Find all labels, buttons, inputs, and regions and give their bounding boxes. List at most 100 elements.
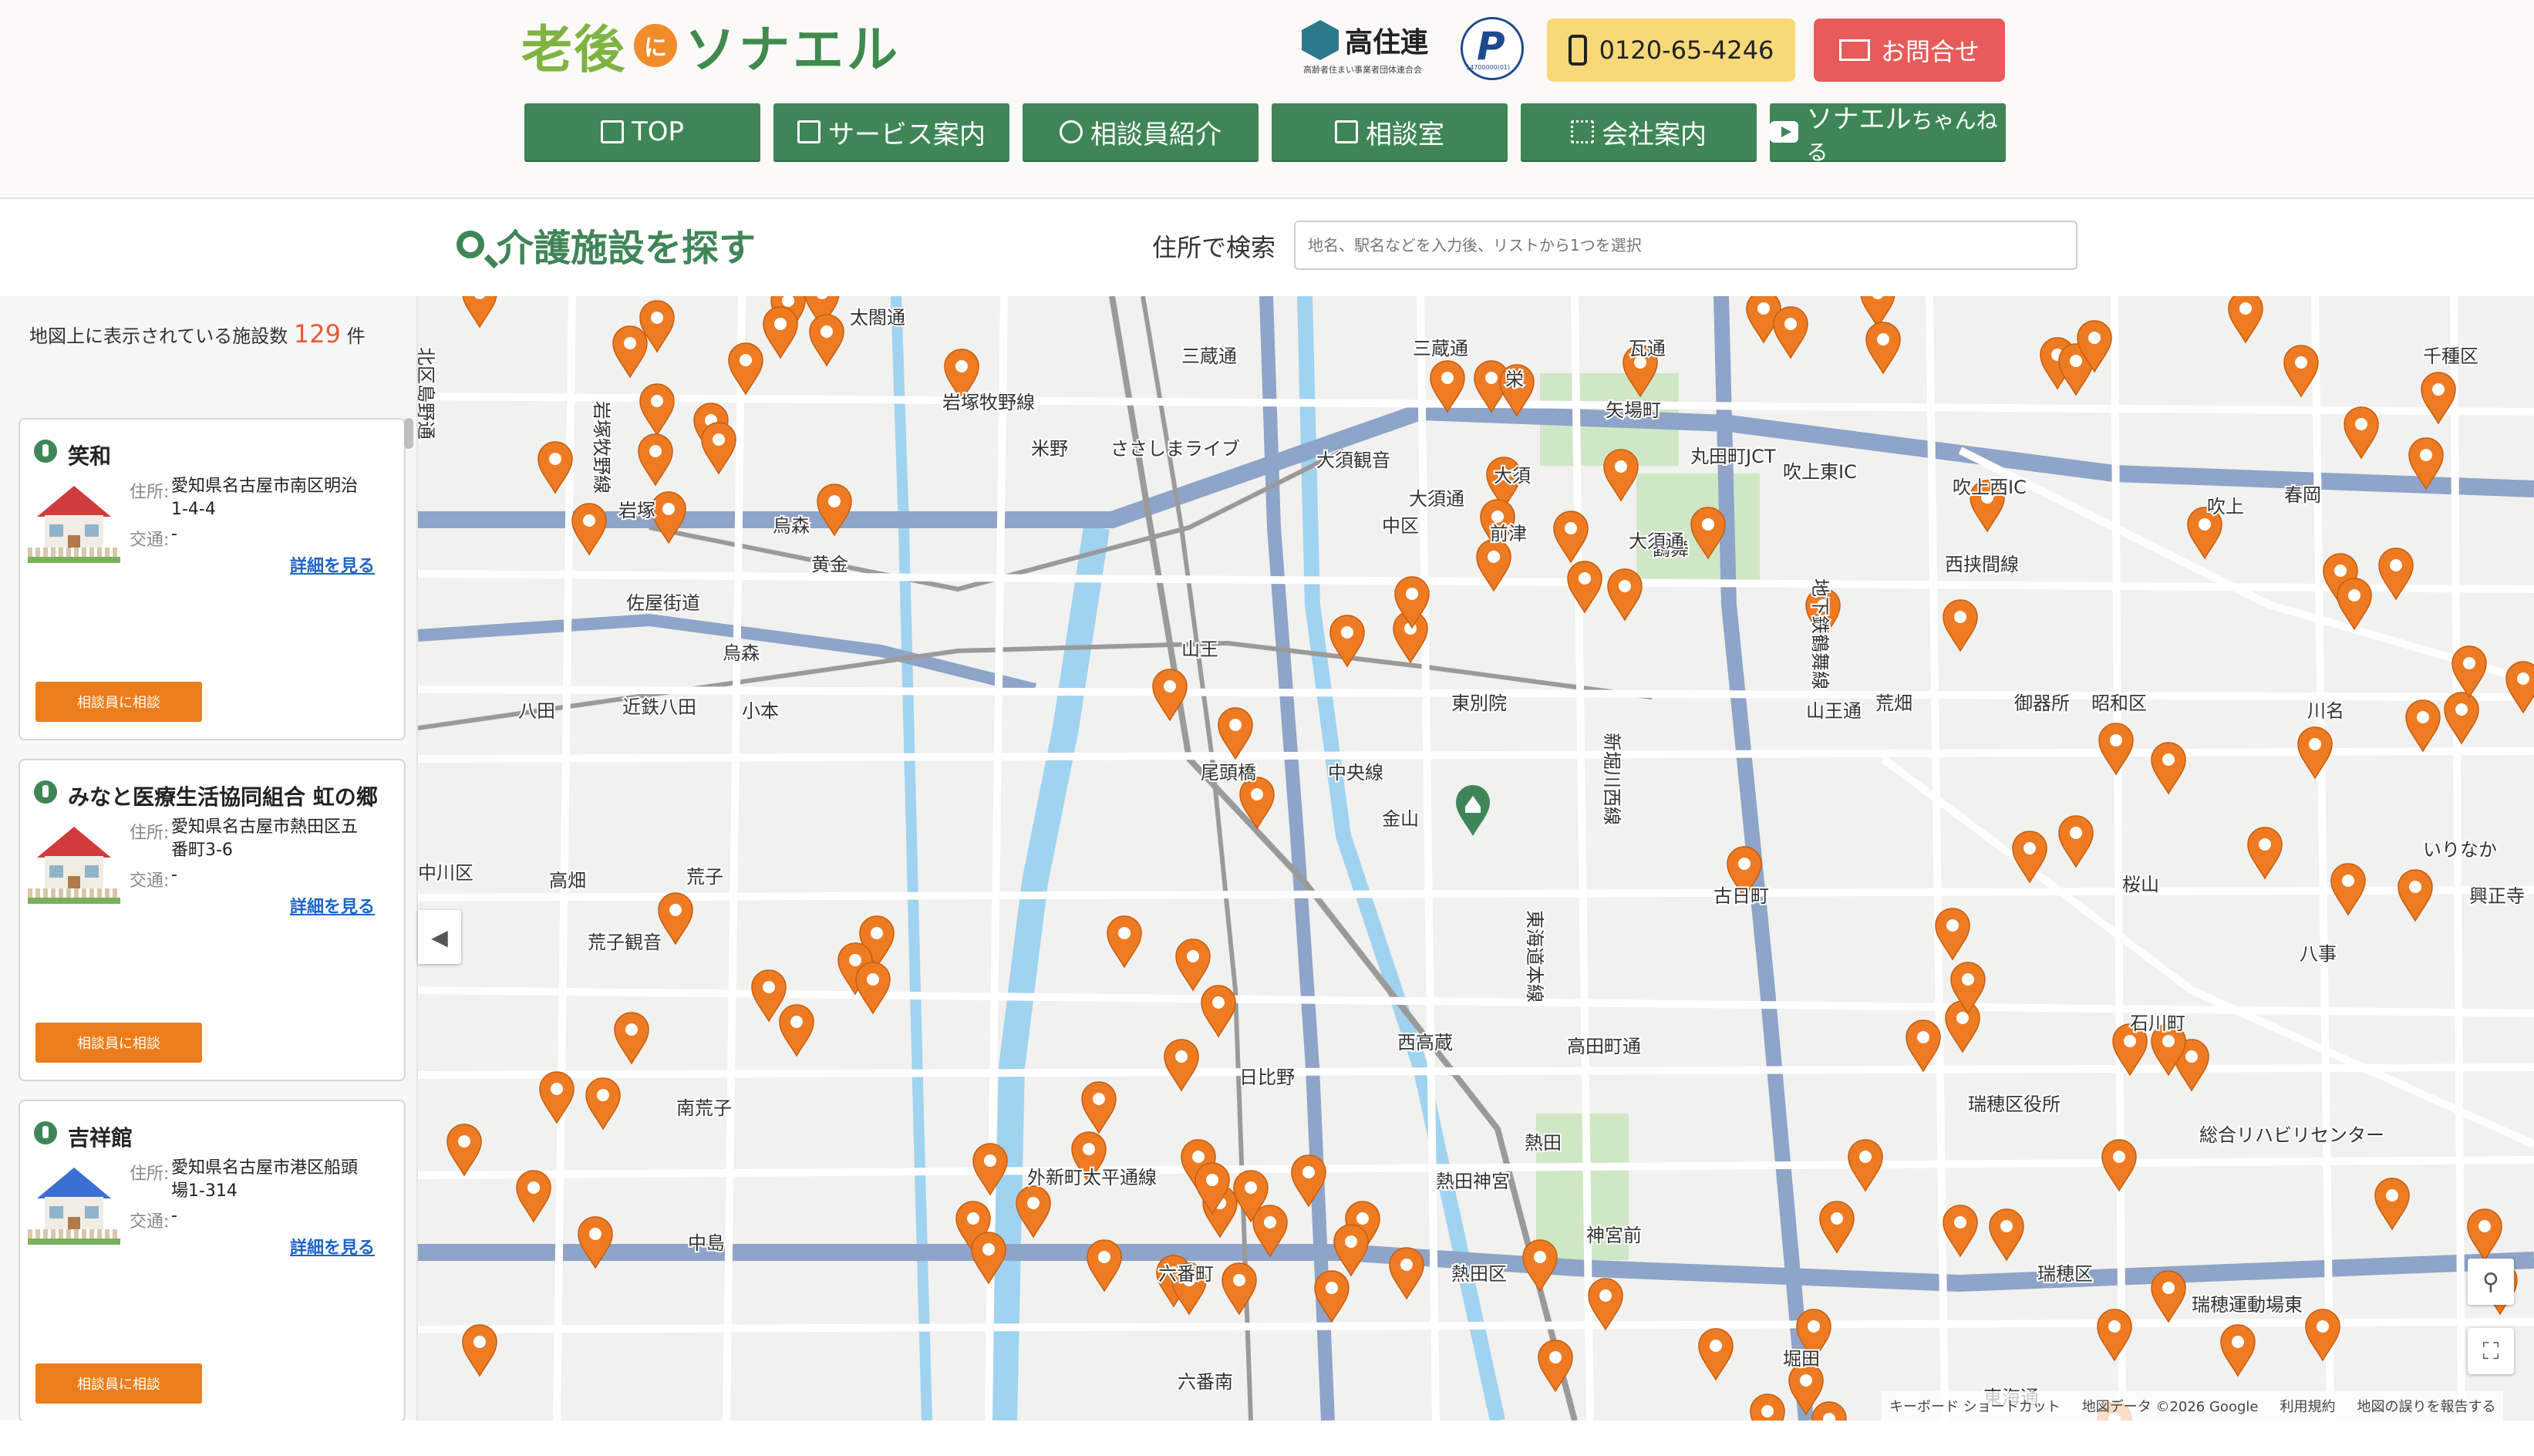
facility-marker-icon[interactable] (2330, 863, 2366, 916)
facility-marker-icon[interactable] (1201, 985, 1236, 1038)
detail-link[interactable]: 詳細を見る (290, 552, 375, 577)
facility-marker-icon[interactable] (1567, 561, 1602, 614)
facility-marker-icon[interactable] (1607, 568, 1643, 622)
facility-marker-icon[interactable] (2220, 1324, 2256, 1377)
terms-link[interactable]: 利用規約 (2280, 1396, 2335, 1416)
facility-marker-icon[interactable] (2097, 1309, 2132, 1362)
sidebar-collapse-button[interactable]: ◀ (418, 910, 461, 964)
facility-marker-icon[interactable] (763, 306, 798, 359)
facility-marker-icon[interactable] (1989, 1208, 2024, 1262)
facility-marker-icon[interactable] (1522, 1239, 1558, 1293)
detail-link[interactable]: 詳細を見る (290, 1234, 375, 1259)
facility-marker-icon[interactable] (2374, 1178, 2410, 1231)
phone-button[interactable]: 0120-65-4246 (1547, 19, 1795, 82)
facility-marker-icon[interactable] (1389, 1247, 1424, 1300)
facility-address: 愛知県名古屋市南区明治 1-4-4 (171, 475, 358, 521)
facility-marker-icon[interactable] (1218, 707, 1253, 760)
facility-marker-icon[interactable] (779, 1004, 814, 1057)
sidebar-scrollbar[interactable] (404, 418, 413, 449)
facility-marker-icon[interactable] (2505, 661, 2534, 714)
facility-marker-icon[interactable] (2058, 815, 2094, 868)
facility-marker-icon[interactable] (1603, 449, 1639, 502)
facility-marker-icon[interactable] (855, 962, 891, 1015)
facility-marker-icon[interactable] (1698, 1328, 1734, 1381)
facility-marker-icon[interactable] (2405, 699, 2441, 753)
facility-marker-icon[interactable] (571, 503, 607, 556)
facility-marker-icon[interactable] (1222, 1262, 1257, 1316)
facility-marker-icon[interactable] (1164, 1039, 1199, 1092)
facility-marker-icon[interactable] (1081, 1081, 1117, 1134)
facility-marker-icon[interactable] (2101, 1139, 2137, 1192)
facility-marker-icon[interactable] (2247, 827, 2283, 880)
selected-facility-marker-icon[interactable] (1456, 785, 1490, 836)
facility-marker-icon[interactable] (751, 969, 787, 1023)
facility-marker-icon[interactable] (462, 296, 497, 329)
consult-button[interactable]: 相談員に相談 (35, 1023, 202, 1063)
facility-marker-icon[interactable] (1333, 1224, 1369, 1277)
pegman-icon[interactable]: ⚲ (2468, 1259, 2514, 1305)
facility-marker-icon[interactable] (1865, 322, 1901, 375)
facility-marker-icon[interactable] (539, 1071, 575, 1124)
facility-marker-icon[interactable] (1773, 306, 1808, 359)
facility-marker-icon[interactable] (2344, 406, 2379, 460)
facility-marker-icon[interactable] (2421, 372, 2456, 425)
facility-marker-icon[interactable] (1016, 1185, 1051, 1239)
report-error-link[interactable]: 地図の誤りを報告する (2357, 1396, 2495, 1416)
facility-marker-icon[interactable] (1943, 1205, 1978, 1258)
facility-marker-icon[interactable] (462, 1324, 497, 1377)
facility-marker-icon[interactable] (1553, 511, 1589, 564)
facility-marker-icon[interactable] (2398, 869, 2433, 922)
map-label-higashi-rinshin: 新堀川西線 (1601, 733, 1623, 825)
facility-marker-icon[interactable] (1750, 1394, 1785, 1421)
map-canvas[interactable]: 北区島野通太閤通三蔵通 三蔵通栄矢場町丸田町JCT瓦通 千種区岩塚牧野線 岩塚牧野線米… (418, 296, 2534, 1421)
facility-marker-icon[interactable] (2228, 296, 2263, 344)
facility-marker-icon[interactable] (612, 325, 648, 379)
facility-marker-icon[interactable] (614, 1012, 649, 1065)
facility-marker-icon[interactable] (1175, 939, 1211, 992)
facility-marker-icon[interactable] (2098, 723, 2134, 776)
facility-marker-icon[interactable] (1848, 1139, 1883, 1192)
site-logo[interactable]: 老後 に ソナエル (521, 11, 901, 80)
nav-consultants[interactable]: 相談員紹介 (1023, 103, 1259, 160)
facility-marker-icon[interactable] (701, 422, 736, 475)
keyboard-shortcuts-link[interactable]: キーボード ショートカット (1889, 1396, 2061, 1416)
facility-marker-icon[interactable] (1811, 1401, 1847, 1421)
facility-card: みなと医療生活協同組合 虹の郷 住所: 愛知県名古屋市熱田区五 番町3-6 交通… (19, 759, 406, 1081)
nav-company[interactable]: 会社案内 (1521, 103, 1757, 160)
facility-marker-icon[interactable] (1945, 1000, 1980, 1053)
contact-button[interactable]: お問合せ (1814, 19, 2005, 82)
facility-marker-icon[interactable] (1860, 296, 1895, 329)
fullscreen-icon[interactable]: ⛶ (2468, 1328, 2514, 1374)
facility-marker-icon[interactable] (638, 433, 673, 487)
facility-marker-icon[interactable] (2305, 1309, 2340, 1362)
facility-marker-icon[interactable] (516, 1170, 551, 1223)
map-label-minami-arako: 南荒子 (676, 1097, 732, 1119)
nav-services[interactable]: サービス案内 (773, 103, 1009, 160)
nav-youtube[interactable]: ソナエルちゃんねる (1770, 103, 2006, 165)
facility-marker-icon[interactable] (728, 342, 763, 396)
facility-marker-icon[interactable] (2444, 692, 2479, 745)
facility-marker-icon[interactable] (809, 314, 844, 367)
facility-map[interactable]: 北区島野通 太閤通 三蔵通 三蔵通栄矢場町 丸田町JCT 瓦通 千種区 岩塚牧野線 岩塚牧野線米… (418, 296, 2534, 1421)
nav-top[interactable]: TOP (524, 103, 760, 160)
facility-marker-icon[interactable] (639, 383, 675, 436)
facility-marker-icon[interactable] (2151, 1270, 2186, 1323)
facility-marker-icon[interactable] (2297, 726, 2333, 780)
consult-button[interactable]: 相談員に相談 (35, 682, 202, 722)
nav-consult-room[interactable]: 相談室 (1272, 103, 1508, 160)
facility-marker-icon[interactable] (446, 1124, 482, 1177)
facility-marker-icon[interactable] (1087, 1239, 1122, 1293)
facility-marker-icon[interactable] (2151, 742, 2186, 795)
detail-link[interactable]: 詳細を見る (290, 893, 375, 918)
facility-marker-icon[interactable] (1943, 599, 1978, 652)
facility-marker-icon[interactable] (658, 892, 693, 945)
address-search-input[interactable] (1294, 221, 2077, 270)
facility-marker-icon[interactable] (1906, 1020, 1941, 1073)
facility-marker-icon[interactable] (1819, 1201, 1855, 1254)
consult-button[interactable]: 相談員に相談 (35, 1363, 202, 1404)
facility-name: 吉祥館 (68, 1125, 133, 1151)
facility-marker-icon[interactable] (2337, 578, 2372, 631)
facility-marker-icon[interactable] (2467, 1208, 2502, 1262)
facility-marker-icon[interactable] (1107, 915, 1142, 969)
facility-marker-icon[interactable] (585, 1077, 621, 1131)
